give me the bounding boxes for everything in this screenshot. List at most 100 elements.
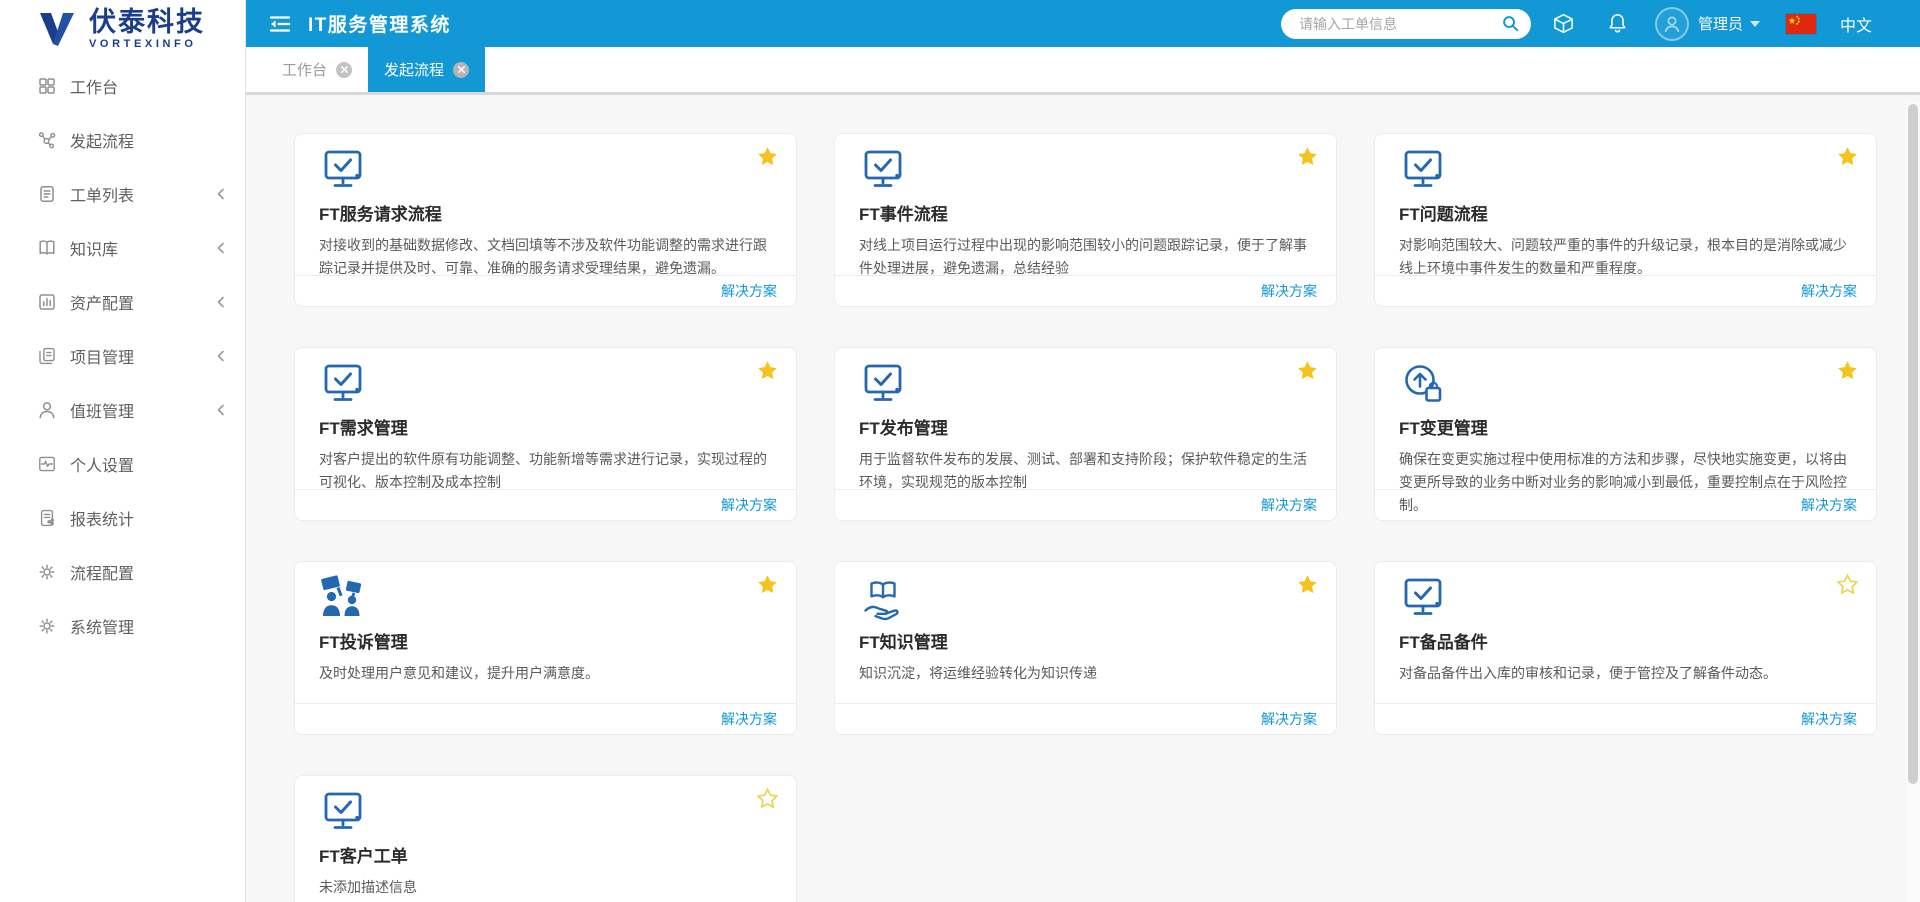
chevron-left-icon (215, 404, 227, 416)
sidebar-item-report-stats[interactable]: 报表统计 (0, 491, 245, 545)
process-card[interactable]: FT变更管理 确保在变更实施过程中使用标准的方法和步骤，尽快地实施变更，以将由变… (1374, 347, 1877, 521)
tab-close-icon[interactable] (453, 62, 469, 78)
process-card[interactable]: FT服务请求流程 对接收到的基础数据修改、文档回填等不涉及软件功能调整的需求进行… (294, 133, 797, 307)
sidebar-item-label: 项目管理 (70, 344, 134, 368)
favorite-star-icon[interactable] (1836, 145, 1859, 168)
favorite-star-icon[interactable] (756, 787, 779, 810)
vertical-scrollbar[interactable] (1906, 101, 1920, 902)
process-card[interactable]: FT投诉管理 及时处理用户意见和建议，提升用户满意度。 解决方案 (294, 561, 797, 735)
user-avatar[interactable] (1655, 7, 1689, 41)
solution-link[interactable]: 解决方案 (1261, 281, 1317, 301)
sidebar-item-asset-config[interactable]: 资产配置 (0, 275, 245, 329)
language-switcher[interactable]: 中文 (1840, 12, 1872, 36)
main-content: FT服务请求流程 对接收到的基础数据修改、文档回填等不涉及软件功能调整的需求进行… (247, 98, 1920, 902)
tab-发起流程[interactable]: 发起流程 (368, 47, 485, 92)
sidebar-item-process-config[interactable]: 流程配置 (0, 545, 245, 599)
tab-工作台[interactable]: 工作台 (266, 47, 368, 92)
process-card[interactable]: FT发布管理 用于监督软件发布的发展、测试、部署和支持阶段；保护软件稳定的生活环… (834, 347, 1337, 521)
sidebar-nav: 工作台 发起流程 工单列表 知识库 资产配置 (0, 59, 245, 653)
card-description: 用于监督软件发布的发展、测试、部署和支持阶段；保护软件稳定的生活环境，实现规范的… (859, 448, 1317, 494)
favorite-star-icon[interactable] (1296, 359, 1319, 382)
card-description: 及时处理用户意见和建议，提升用户满意度。 (319, 662, 777, 685)
sidebar-item-label: 资产配置 (70, 290, 134, 314)
chevron-left-icon (215, 188, 227, 200)
card-footer: 解决方案 (1375, 703, 1876, 734)
favorite-star-icon[interactable] (756, 573, 779, 596)
sidebar-item-workbench[interactable]: 工作台 (0, 59, 245, 113)
monitor-check-icon (319, 789, 367, 835)
app-title: IT服务管理系统 (308, 10, 451, 37)
collapse-sidebar-icon[interactable] (268, 14, 292, 34)
top-header: IT服务管理系统 管理员 中文 (246, 0, 1920, 47)
user-name[interactable]: 管理员 (1698, 13, 1743, 34)
card-description: 未添加描述信息 (319, 876, 777, 899)
tab-bar: 工作台 发起流程 (246, 47, 1920, 95)
gear-icon (37, 616, 57, 636)
sidebar-item-label: 流程配置 (70, 560, 134, 584)
solution-link[interactable]: 解决方案 (1801, 709, 1857, 729)
card-footer: 解决方案 (295, 489, 796, 520)
sidebar-item-ticket-list[interactable]: 工单列表 (0, 167, 245, 221)
solution-link[interactable]: 解决方案 (721, 281, 777, 301)
card-description: 对线上项目运行过程中出现的影响范围较小的问题跟踪记录，便于了解事件处理进展，避免… (859, 234, 1317, 280)
card-footer: 解决方案 (1375, 275, 1876, 306)
process-card[interactable]: FT问题流程 对影响范围较大、问题较严重的事件的升级记录，根本目的是消除或减少线… (1374, 133, 1877, 307)
cube-icon[interactable] (1552, 12, 1575, 35)
sidebar-item-duty-mgmt[interactable]: 值班管理 (0, 383, 245, 437)
process-card[interactable]: FT客户工单 未添加描述信息 解决方案 (294, 775, 797, 902)
favorite-star-icon[interactable] (1836, 359, 1859, 382)
favorite-star-icon[interactable] (756, 145, 779, 168)
card-description: 对客户提出的软件原有功能调整、功能新增等需求进行记录，实现过程的可视化、版本控制… (319, 448, 777, 494)
solution-link[interactable]: 解决方案 (721, 495, 777, 515)
solution-link[interactable]: 解决方案 (721, 709, 777, 729)
monitor-check-icon (1399, 575, 1447, 621)
grid-icon (37, 76, 57, 96)
favorite-star-icon[interactable] (1296, 145, 1319, 168)
favorite-star-icon[interactable] (1836, 573, 1859, 596)
company-name-cn: 伏泰科技 (89, 8, 205, 38)
process-card[interactable]: FT知识管理 知识沉淀，将运维经验转化为知识传递 解决方案 (834, 561, 1337, 735)
tab-close-icon[interactable] (336, 62, 352, 78)
sidebar-item-start-process[interactable]: 发起流程 (0, 113, 245, 167)
solution-link[interactable]: 解决方案 (1801, 495, 1857, 515)
gear-icon (37, 562, 57, 582)
sidebar-item-personal-settings[interactable]: 个人设置 (0, 437, 245, 491)
pulse-icon (37, 454, 57, 474)
search-icon[interactable] (1501, 14, 1520, 33)
card-title: FT投诉管理 (319, 628, 774, 653)
flow-icon (37, 130, 57, 150)
process-card[interactable]: FT备品备件 对备品备件出入库的审核和记录，便于管控及了解备件动态。 解决方案 (1374, 561, 1877, 735)
sidebar-item-label: 系统管理 (70, 614, 134, 638)
sidebar-item-label: 值班管理 (70, 398, 134, 422)
card-footer: 解决方案 (1375, 489, 1876, 520)
solution-link[interactable]: 解决方案 (1261, 495, 1317, 515)
solution-link[interactable]: 解决方案 (1261, 709, 1317, 729)
search-input[interactable] (1297, 15, 1501, 33)
sidebar: 伏泰科技 VORTEXINFO 工作台 发起流程 工单列表 知识库 (0, 0, 246, 902)
sidebar-item-knowledge-base[interactable]: 知识库 (0, 221, 245, 275)
scrollbar-thumb[interactable] (1908, 104, 1918, 784)
card-footer: 解决方案 (835, 275, 1336, 306)
favorite-star-icon[interactable] (756, 359, 779, 382)
process-card[interactable]: FT需求管理 对客户提出的软件原有功能调整、功能新增等需求进行记录，实现过程的可… (294, 347, 797, 521)
process-card-grid: FT服务请求流程 对接收到的基础数据修改、文档回填等不涉及软件功能调整的需求进行… (247, 98, 1920, 902)
tab-label: 发起流程 (384, 59, 444, 80)
complaint-icon (319, 575, 367, 621)
process-card[interactable]: FT事件流程 对线上项目运行过程中出现的影响范围较小的问题跟踪记录，便于了解事件… (834, 133, 1337, 307)
ticket-search-box (1281, 9, 1531, 39)
card-title: FT事件流程 (859, 200, 1314, 225)
solution-link[interactable]: 解决方案 (1801, 281, 1857, 301)
sidebar-item-system-mgmt[interactable]: 系统管理 (0, 599, 245, 653)
card-title: FT需求管理 (319, 414, 774, 439)
sidebar-item-label: 知识库 (70, 236, 118, 260)
notification-bell-icon[interactable] (1606, 12, 1629, 35)
monitor-check-icon (319, 361, 367, 407)
card-title: FT发布管理 (859, 414, 1314, 439)
monitor-check-icon (1399, 147, 1447, 193)
china-flag-icon[interactable] (1786, 14, 1816, 34)
sidebar-item-project-mgmt[interactable]: 项目管理 (0, 329, 245, 383)
favorite-star-icon[interactable] (1296, 573, 1319, 596)
card-description: 对备品备件出入库的审核和记录，便于管控及了解备件动态。 (1399, 662, 1857, 685)
knowledge-icon (859, 575, 907, 621)
caret-down-icon[interactable] (1750, 21, 1760, 27)
